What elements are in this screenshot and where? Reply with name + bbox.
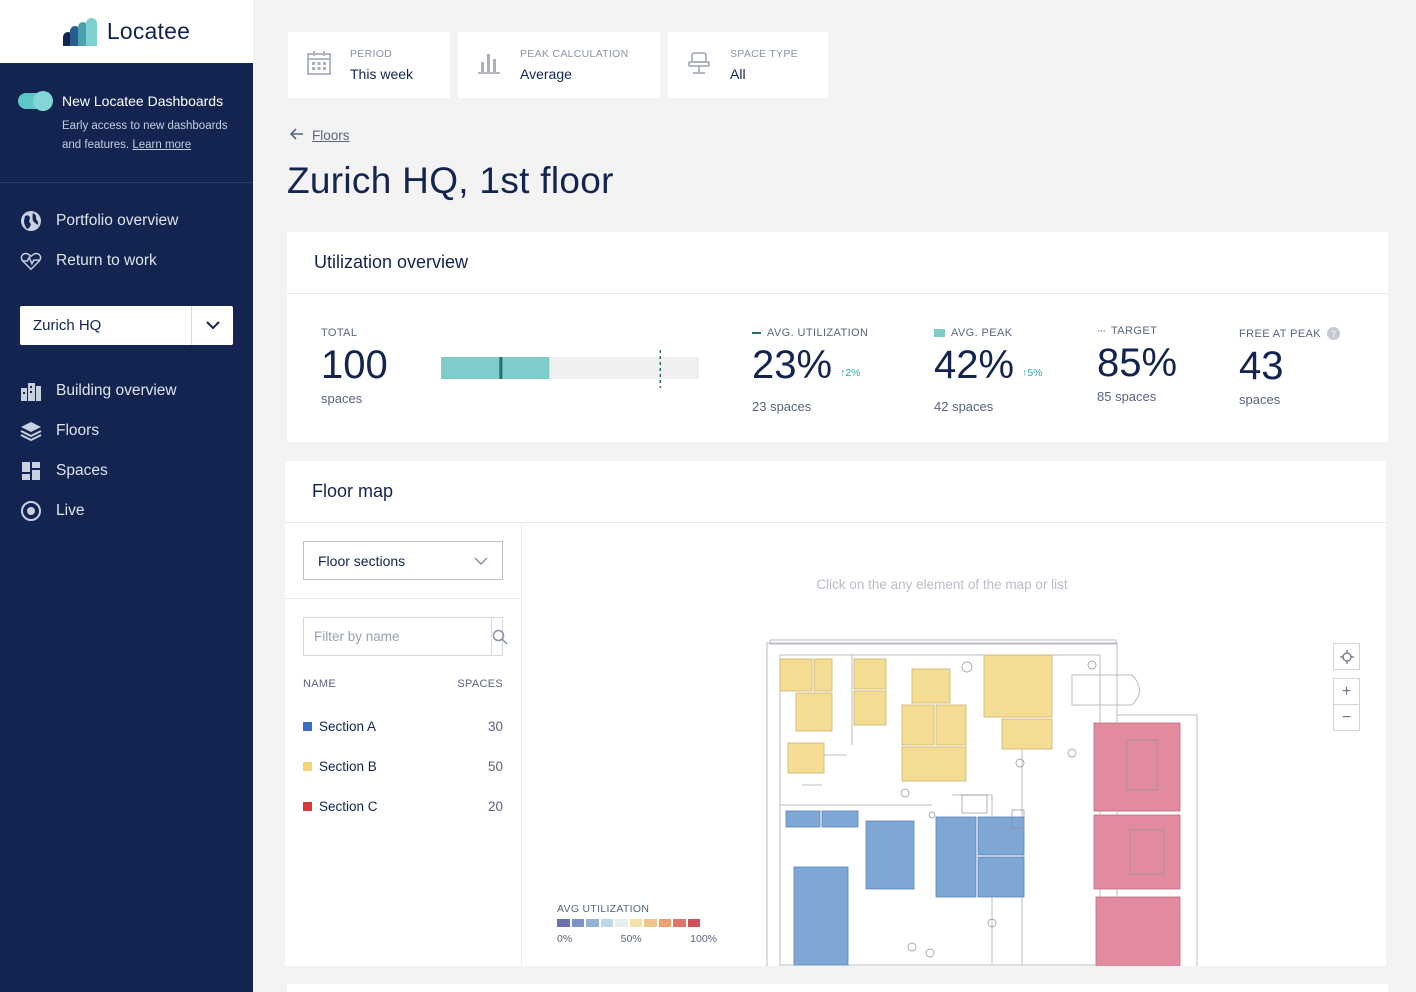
legend-swatch [571, 919, 584, 927]
legend-swatch [600, 919, 613, 927]
grid-icon [20, 460, 42, 482]
nav-spaces[interactable]: Spaces [0, 451, 253, 491]
page-title: Zurich HQ, 1st floor [287, 160, 614, 201]
sections-list: Section A 30 Section B 50 Section C 20 [285, 706, 521, 826]
live-icon [20, 500, 42, 522]
floor-plan[interactable] [762, 635, 1202, 966]
layers-icon [20, 420, 42, 442]
utilization-legend: AVG UTILIZATION 0% 50% 100% [557, 903, 717, 945]
map-hint: Click on the any element of the map or l… [816, 577, 1068, 592]
color-swatch [303, 761, 312, 771]
section-c-rooms[interactable] [1093, 722, 1181, 966]
zoom-in-button[interactable]: + [1333, 678, 1360, 705]
search-icon[interactable] [491, 618, 508, 655]
metric-total: TOTAL 100 spaces [321, 327, 388, 406]
bar-avg-utilization-marker [499, 357, 503, 379]
legend-swatch [557, 919, 570, 927]
legend-swatch [687, 919, 700, 927]
color-swatch [303, 801, 312, 811]
bar-chart-icon [476, 50, 502, 81]
filter-peak-calculation[interactable]: PEAK CALCULATION Average [458, 32, 660, 98]
next-card-edge [287, 984, 1388, 992]
color-swatch [303, 721, 312, 731]
section-b-rooms[interactable] [779, 654, 1053, 782]
zoom-out-button[interactable]: − [1333, 704, 1360, 731]
arrow-left-icon [289, 128, 304, 143]
list-item-section-b[interactable]: Section B 50 [303, 746, 503, 786]
learn-more-link[interactable]: Learn more [132, 139, 191, 151]
floor-sections-select[interactable]: Floor sections [303, 541, 503, 580]
metric-avg-utilization: AVG. UTILIZATION 23% ↑2% 23 spaces [752, 327, 869, 414]
locate-button[interactable] [1333, 643, 1360, 670]
utilization-bar [441, 350, 699, 388]
legend-swatch [644, 919, 657, 927]
back-to-floors-link[interactable]: Floors [289, 128, 350, 143]
list-header: NAME SPACES [303, 678, 503, 690]
legend-color-scale [557, 919, 717, 927]
legend-swatch [586, 919, 599, 927]
nav-portfolio-overview[interactable]: Portfolio overview [0, 201, 253, 241]
desk-chair-icon [686, 50, 712, 81]
list-item-section-a[interactable]: Section A 30 [303, 706, 503, 746]
filter-by-name-input[interactable] [304, 629, 491, 644]
logo[interactable]: Locatee [0, 0, 253, 63]
help-icon[interactable]: ? [1327, 327, 1341, 340]
beta-banner: New Locatee Dashboards Early access to n… [0, 63, 253, 183]
list-item-section-c[interactable]: Section C 20 [303, 786, 503, 826]
nav-bottom: Building overview Floors Spaces Live [0, 371, 253, 531]
metric-target: ··· TARGET 85% 85 spaces [1097, 325, 1178, 404]
chevron-down-icon [191, 306, 233, 345]
card-title: Utilization overview [287, 232, 1388, 294]
bar-avg-peak [441, 357, 550, 379]
legend-swatch [615, 919, 628, 927]
nav-live[interactable]: Live [0, 491, 253, 531]
legend-swatch [658, 919, 671, 927]
legend-ticks: 0% 50% 100% [557, 933, 717, 945]
beta-title: New Locatee Dashboards [62, 93, 224, 109]
floor-sections-panel: Floor sections NAME SPACES Section A 30 [285, 523, 522, 966]
nav-floors[interactable]: Floors [0, 411, 253, 451]
avg-peak-delta: ↑5% [1022, 367, 1043, 379]
card-title: Floor map [285, 461, 1386, 523]
beta-description: Early access to new dashboards and featu… [62, 120, 228, 151]
metric-free-at-peak: FREE AT PEAK ? 43 spaces [1239, 327, 1341, 407]
metric-avg-peak: AVG. PEAK 42% ↑5% 42 spaces [934, 327, 1043, 414]
calendar-icon [306, 50, 332, 81]
nav-building-overview[interactable]: Building overview [0, 371, 253, 411]
filter-period[interactable]: PERIOD This week [288, 32, 450, 98]
locate-icon [1339, 649, 1354, 664]
chevron-down-icon [474, 553, 488, 569]
sidebar: Locatee New Locatee Dashboards Early acc… [0, 0, 253, 992]
floor-map-canvas[interactable]: Click on the any element of the map or l… [522, 523, 1386, 966]
avg-util-delta: ↑2% [840, 367, 861, 379]
building-icon [20, 380, 42, 402]
building-select[interactable]: Zurich HQ [20, 306, 233, 345]
avg-util-line-icon [752, 332, 761, 334]
filter-bar: PERIOD This week PEAK CALCULATION Averag… [288, 32, 828, 98]
nav-top: Portfolio overview Return to work [0, 201, 253, 281]
target-dash-icon: ··· [1097, 325, 1106, 337]
globe-icon [20, 210, 42, 232]
filter-space-type[interactable]: SPACE TYPE All [668, 32, 828, 98]
avg-peak-square-icon [934, 329, 945, 337]
heart-pulse-icon [20, 250, 42, 272]
floor-map-card: Floor map Floor sections NAME SPACES Sec… [285, 461, 1386, 966]
beta-toggle[interactable] [18, 91, 53, 111]
legend-swatch [629, 919, 642, 927]
nav-return-to-work[interactable]: Return to work [0, 241, 253, 281]
utilization-overview-card: Utilization overview TOTAL 100 spaces AV… [287, 232, 1388, 442]
section-a-rooms[interactable] [785, 810, 1025, 966]
legend-swatch [673, 919, 686, 927]
filter-search [303, 617, 508, 656]
locatee-logo-icon [62, 17, 99, 46]
brand-name: Locatee [106, 18, 191, 44]
